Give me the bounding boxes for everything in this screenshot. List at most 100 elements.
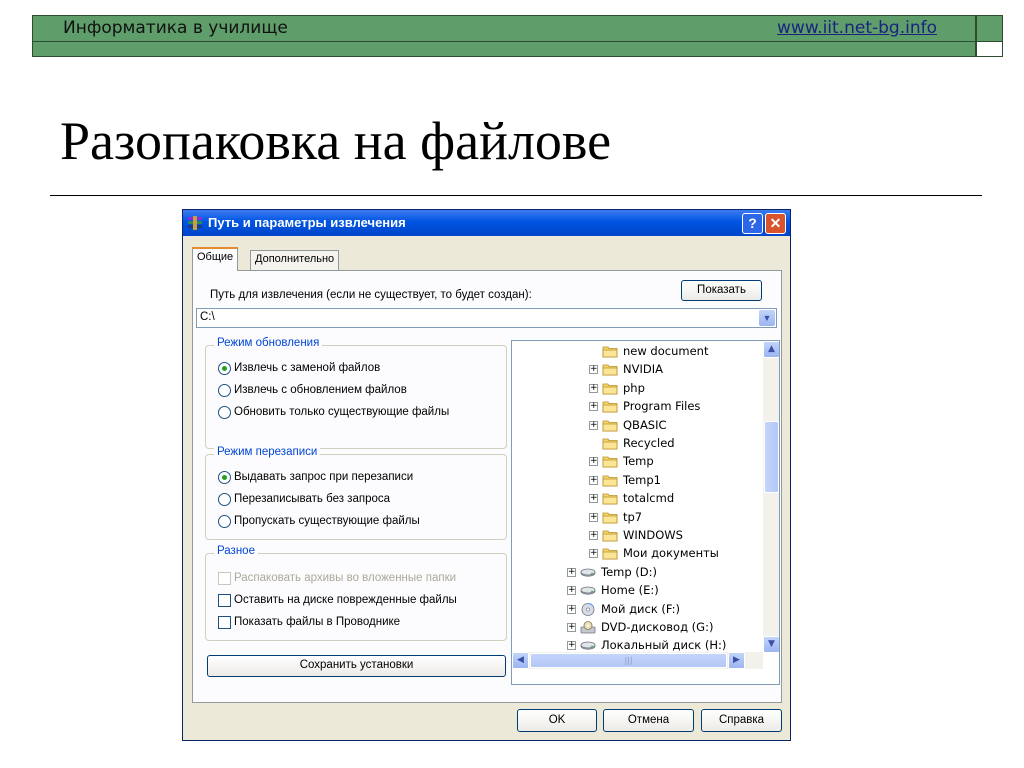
folder-icon [602,547,618,560]
folder-icon [602,363,618,376]
help-button[interactable]: Справка [701,709,782,732]
expand-plus-icon[interactable]: + [567,623,576,632]
folder-icon [602,437,618,450]
update-option-replace[interactable]: Извлечь с заменой файлов [218,362,381,375]
overwrite-mode-legend: Режим перезаписи [214,446,321,458]
radio-button[interactable] [218,471,231,484]
misc-option-show-explorer[interactable]: Показать файлы в Проводнике [218,616,400,629]
update-option-refresh-label: Извлечь с обновлением файлов [234,384,407,396]
expand-plus-icon[interactable]: + [567,604,576,614]
expand-plus-icon[interactable]: + [567,586,576,596]
radio-button[interactable] [218,406,231,419]
update-option-refresh[interactable]: Извлечь с обновлением файлов [218,384,407,397]
tree-horizontal-scrollbar[interactable]: ◀ ||| ▶ [512,652,763,669]
tree-item-label: Home (E:) [601,583,659,598]
chevron-down-icon[interactable]: ▼ [759,310,775,326]
save-settings-button[interactable]: Сохранить установки [207,655,506,677]
tree-item-label: Локальный диск (H:) [601,638,727,653]
checkbox[interactable] [218,594,231,607]
checkbox[interactable] [218,616,231,629]
path-combobox[interactable]: C:\ ▼ [196,308,777,328]
help-title-button[interactable]: ? [742,213,763,234]
tree-item-label: Temp1 [623,472,661,487]
expand-plus-icon[interactable]: + [589,365,598,375]
misc-legend: Разное [214,545,258,557]
expand-plus-icon[interactable]: + [589,402,598,412]
folder-icon [602,419,618,432]
radio-button[interactable] [218,515,231,528]
cancel-button[interactable]: Отмена [603,709,694,732]
tree-item-label: Temp [623,454,654,469]
tab-advanced[interactable]: Дополнительно [250,250,340,270]
expand-plus-icon[interactable]: + [589,512,598,522]
folder-icon [602,382,618,395]
update-option-replace-label: Извлечь с заменой файлов [234,362,381,374]
radio-button[interactable] [218,384,231,397]
winrar-icon [188,216,202,230]
expand-plus-icon[interactable]: + [589,420,598,430]
dialog-titlebar[interactable]: Путь и параметры извлечения ? ✕ [183,210,790,236]
tree-item-label: totalcmd [623,491,675,506]
expand-plus-icon[interactable]: + [567,567,576,577]
radio-button[interactable] [218,362,231,375]
folder-icon [602,474,618,487]
expand-plus-icon[interactable]: + [567,641,576,651]
tree-item-label: Recycled [623,436,675,450]
ok-button[interactable]: OK [517,709,597,732]
title-divider [50,195,982,196]
overwrite-option-skip[interactable]: Пропускать существующие файлы [218,515,420,528]
show-button[interactable]: Показать [681,280,762,301]
tree-item-label: WINDOWS [623,528,683,542]
drive-icon [580,584,596,597]
cd-drive-icon [580,602,596,616]
update-option-existing[interactable]: Обновить только существующие файлы [218,406,449,419]
header-site-link[interactable]: www.iit.net-bg.info [777,18,937,38]
tab-general[interactable]: Общие [192,247,239,271]
dialog-title: Путь и параметры извлечения [208,215,406,230]
scroll-up-icon[interactable]: ▲ [763,341,779,358]
path-value: C:\ [200,311,215,323]
checkbox[interactable] [218,572,231,585]
tree-item-label: DVD-дисковод (G:) [601,620,714,634]
overwrite-option-force[interactable]: Перезаписывать без запроса [218,493,390,506]
expand-plus-icon[interactable]: + [589,475,598,485]
expand-plus-icon[interactable]: + [589,531,598,540]
overwrite-option-skip-label: Пропускать существующие файлы [234,515,420,527]
scroll-down-icon[interactable]: ▼ [763,636,779,653]
folder-icon [602,455,618,468]
close-button[interactable]: ✕ [765,213,786,234]
header-corner-block-lower [976,42,1003,57]
tree-item-label: NVIDIA [623,362,663,377]
update-mode-group: Режим обновления Извлечь с заменой файло… [205,337,507,449]
misc-option-nested[interactable]: Распаковать архивы во вложенные папки [218,572,456,585]
tree-item-label: Temp (D:) [601,564,658,579]
radio-button[interactable] [218,493,231,506]
folder-icon [602,345,618,358]
header-corner-block [976,15,1003,42]
folder-tree[interactable]: new document + NVIDIA + php + Program Files + QB… [511,340,780,685]
misc-option-keep-broken-label: Оставить на диске поврежденные файлы [234,594,457,606]
tree-item-label: Program Files [623,399,701,414]
folder-icon [602,511,618,524]
slide-title: Разопаковка на файлове [60,111,612,171]
tree-item-label: tp7 [623,509,643,524]
expand-plus-icon[interactable]: + [589,457,598,467]
overwrite-option-ask[interactable]: Выдавать запрос при перезаписи [218,471,413,484]
folder-icon [602,400,618,413]
slide-header-stripe [32,42,976,57]
overwrite-mode-group: Режим перезаписи Выдавать запрос при пер… [205,446,507,540]
expand-plus-icon[interactable]: + [589,494,598,504]
update-mode-legend: Режим обновления [214,337,323,349]
slide-header-bar: Информатика в училище www.iit.net-bg.inf… [32,15,976,42]
expand-plus-icon[interactable]: + [589,383,598,393]
scroll-right-icon[interactable]: ▶ [728,652,745,669]
drive-icon [580,639,596,652]
horizontal-scroll-thumb[interactable]: ||| [530,653,727,668]
tree-vertical-scrollbar[interactable]: ▲ ▼ [763,341,779,653]
scroll-left-icon[interactable]: ◀ [512,652,529,669]
dvd-drive-icon [580,621,596,634]
tree-item-label: Мои документы [623,546,719,561]
vertical-scroll-thumb[interactable] [764,421,779,493]
misc-option-keep-broken[interactable]: Оставить на диске поврежденные файлы [218,594,457,607]
expand-plus-icon[interactable]: + [589,549,598,559]
